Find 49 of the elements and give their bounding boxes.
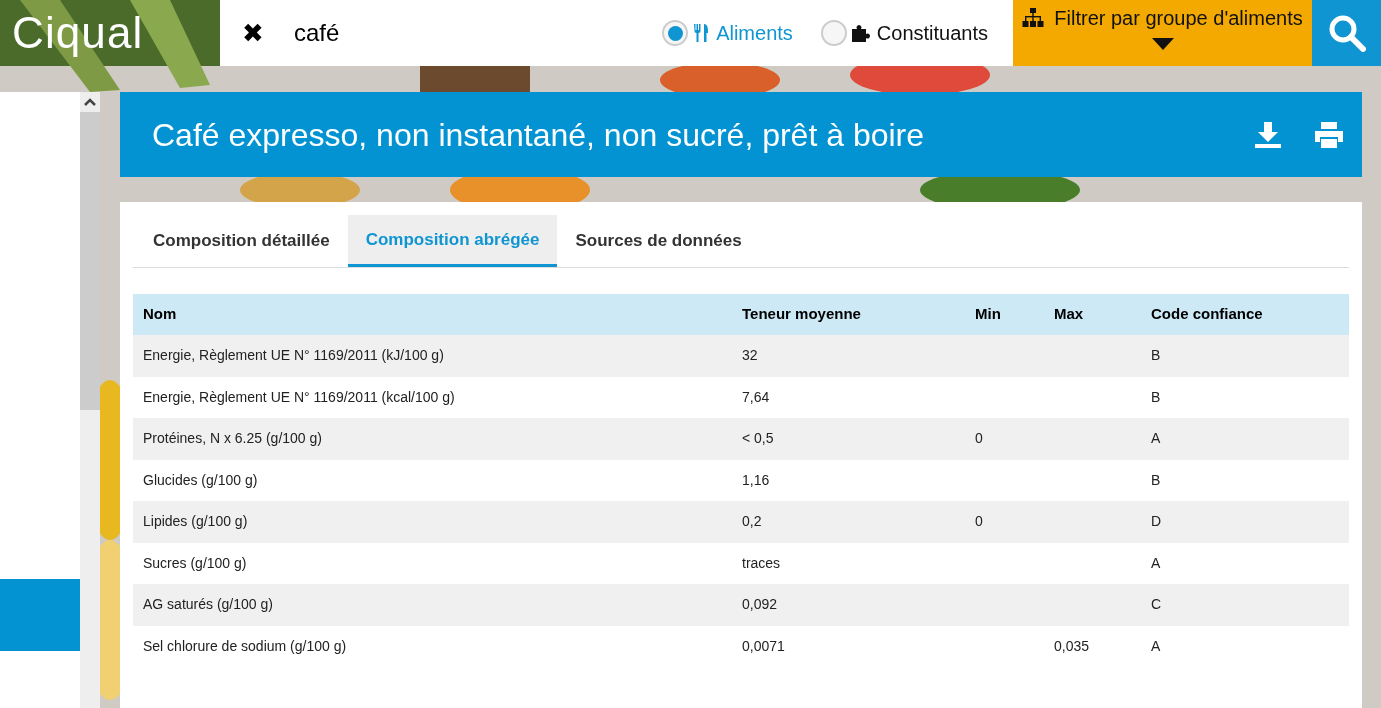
filter-dropdown[interactable]: Filtrer par groupe d'aliments <box>1013 0 1312 66</box>
table-cell: Lipides (g/100 g) <box>143 513 248 530</box>
food-title: Café expresso, non instantané, non sucré, prêt à boire <box>152 115 926 155</box>
column-header: Min <box>974 304 1002 325</box>
table-cell: 7,64 <box>742 388 770 405</box>
table-cell: A <box>1151 637 1161 654</box>
table-cell: B <box>1151 471 1161 488</box>
column-header: Code confiance <box>1150 304 1264 325</box>
table-cell: Sucres (g/100 g) <box>143 554 247 571</box>
table-cell: 0 <box>975 513 983 530</box>
table-cell: Glucides (g/100 g) <box>143 471 258 488</box>
table-cell: traces <box>742 554 781 571</box>
search-field[interactable]: café <box>294 15 594 51</box>
table-cell: Energie, Règlement UE N° 1169/2011 (kJ/100 g) <box>143 347 444 364</box>
radio-label[interactable]: Constituants <box>876 18 988 48</box>
table-cell: Energie, Règlement UE N° 1169/2011 (kcal/100 g) <box>143 388 455 405</box>
table-cell: < 0,5 <box>742 430 774 447</box>
hierarchy-icon <box>1022 8 1045 28</box>
table-cell: Sel chlorure de sodium (g/100 g) <box>143 637 347 654</box>
print-icon[interactable] <box>1314 120 1344 149</box>
table-cell: 0,035 <box>1054 637 1090 654</box>
search-icon <box>1327 14 1366 52</box>
column-header: Max <box>1053 304 1085 325</box>
caret-icon <box>1151 38 1174 50</box>
table-cell: Protéines, N x 6.25 (g/100 g) <box>143 430 322 447</box>
table-cell: 0 <box>975 430 983 447</box>
table-cell: 0,092 <box>742 596 778 613</box>
scrollbar[interactable] <box>80 92 100 708</box>
table-cell: D <box>1151 513 1162 530</box>
radio-button[interactable] <box>662 20 689 46</box>
table-cell: 0,0071 <box>742 637 785 654</box>
table-cell: A <box>1151 430 1161 447</box>
table-cell: 1,16 <box>742 471 770 488</box>
table-cell: AG saturés (g/100 g) <box>143 596 273 613</box>
tab[interactable]: Sources de données <box>557 215 760 267</box>
table-cell: C <box>1151 596 1162 613</box>
table-cell: 0,2 <box>742 513 762 530</box>
tab[interactable]: Composition détaillée <box>135 215 348 267</box>
column-header: Teneur moyenne <box>741 304 862 325</box>
radio-button[interactable] <box>820 20 847 46</box>
table-cell: B <box>1151 347 1161 364</box>
table-cell: A <box>1151 554 1161 571</box>
table-cell: B <box>1151 388 1161 405</box>
table-cell: 32 <box>742 347 758 364</box>
search-button[interactable] <box>1312 0 1381 66</box>
clear-button[interactable]: ✖ <box>242 20 264 46</box>
column-header: Nom <box>142 304 178 325</box>
puzzle-icon <box>850 23 873 43</box>
download-icon[interactable] <box>1254 120 1282 149</box>
